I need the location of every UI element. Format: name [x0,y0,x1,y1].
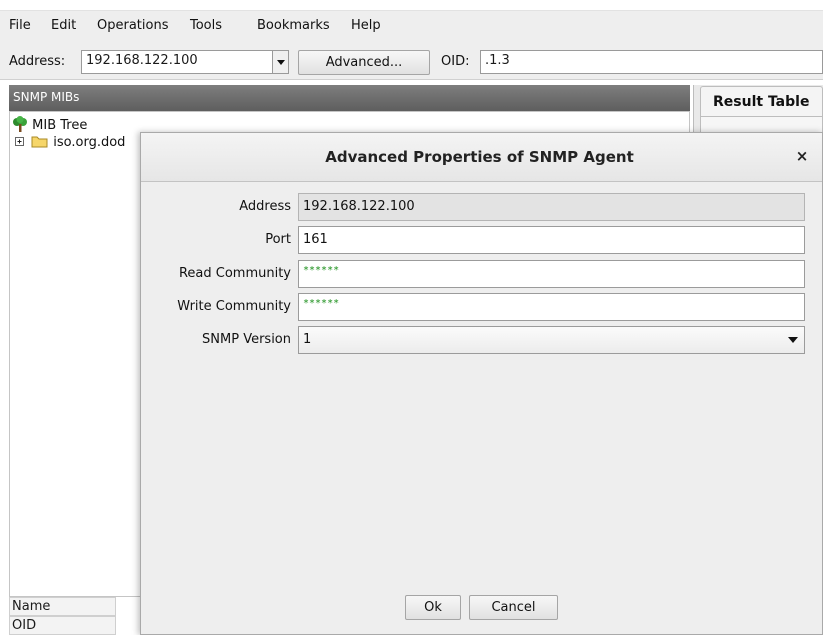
address-field-value: 192.168.122.100 [303,199,415,214]
address-field-label: Address [239,199,291,214]
chevron-down-icon[interactable] [272,51,288,73]
snmp-version-label: SNMP Version [202,332,291,347]
chevron-down-icon[interactable] [788,337,798,343]
menu-tools[interactable]: Tools [190,18,222,33]
address-field: 192.168.122.100 [298,193,805,221]
snmp-version-value: 1 [303,332,312,347]
read-community-field[interactable]: ****** [298,260,805,288]
tab-label: Result Table [713,94,810,110]
port-field-value: 161 [303,232,328,247]
oid-value: .1.3 [485,53,510,68]
menu-operations[interactable]: Operations [97,18,168,33]
write-community-value: ****** [303,298,340,309]
snmp-version-select[interactable]: 1 [298,326,805,354]
write-community-field[interactable]: ****** [298,293,805,321]
tree-node-label: iso.org.dod [53,135,126,150]
oid-field[interactable]: .1.3 [480,50,823,74]
dialog-titlebar[interactable]: Advanced Properties of SNMP Agent × [141,133,822,182]
oid-label: OID: [441,54,470,69]
port-field[interactable]: 161 [298,226,805,254]
row-label: Name [12,599,51,614]
address-label: Address: [9,54,66,69]
menu-file[interactable]: File [9,18,31,33]
menu-bookmarks[interactable]: Bookmarks [257,18,330,33]
write-community-label: Write Community [177,299,291,314]
close-icon[interactable]: × [792,146,812,166]
tree-node-label: MIB Tree [32,118,88,133]
menu-bar: File Edit Operations Tools Bookmarks Hel… [0,10,823,40]
folder-icon [31,136,48,148]
advanced-button[interactable]: Advanced... [298,50,430,75]
menu-help[interactable]: Help [351,18,381,33]
port-field-label: Port [265,232,291,247]
address-toolbar: Address: 192.168.122.100 Advanced... OID… [0,40,823,80]
expand-icon[interactable] [15,137,25,147]
cancel-button[interactable]: Cancel [469,595,558,620]
snmp-mibs-header: SNMP MIBs [9,85,690,111]
read-community-label: Read Community [178,266,291,281]
dialog-title: Advanced Properties of SNMP Agent [325,148,634,166]
address-combo[interactable]: 192.168.122.100 [81,50,289,74]
tree-icon [13,116,27,132]
address-combo-value: 192.168.122.100 [86,53,198,68]
read-community-value: ****** [303,265,340,276]
ok-button[interactable]: Ok [405,595,461,620]
row-label: OID [12,618,37,633]
snmp-mibs-title: SNMP MIBs [13,90,80,104]
advanced-properties-dialog: Advanced Properties of SNMP Agent × Addr… [140,132,823,635]
tab-result-table[interactable]: Result Table [700,86,823,116]
tree-node-iso[interactable]: iso.org.dod [15,135,125,150]
table-row: Name [9,597,116,616]
menu-edit[interactable]: Edit [51,18,76,33]
tree-node-root[interactable]: MIB Tree [12,116,87,133]
table-row: OID [9,616,116,635]
